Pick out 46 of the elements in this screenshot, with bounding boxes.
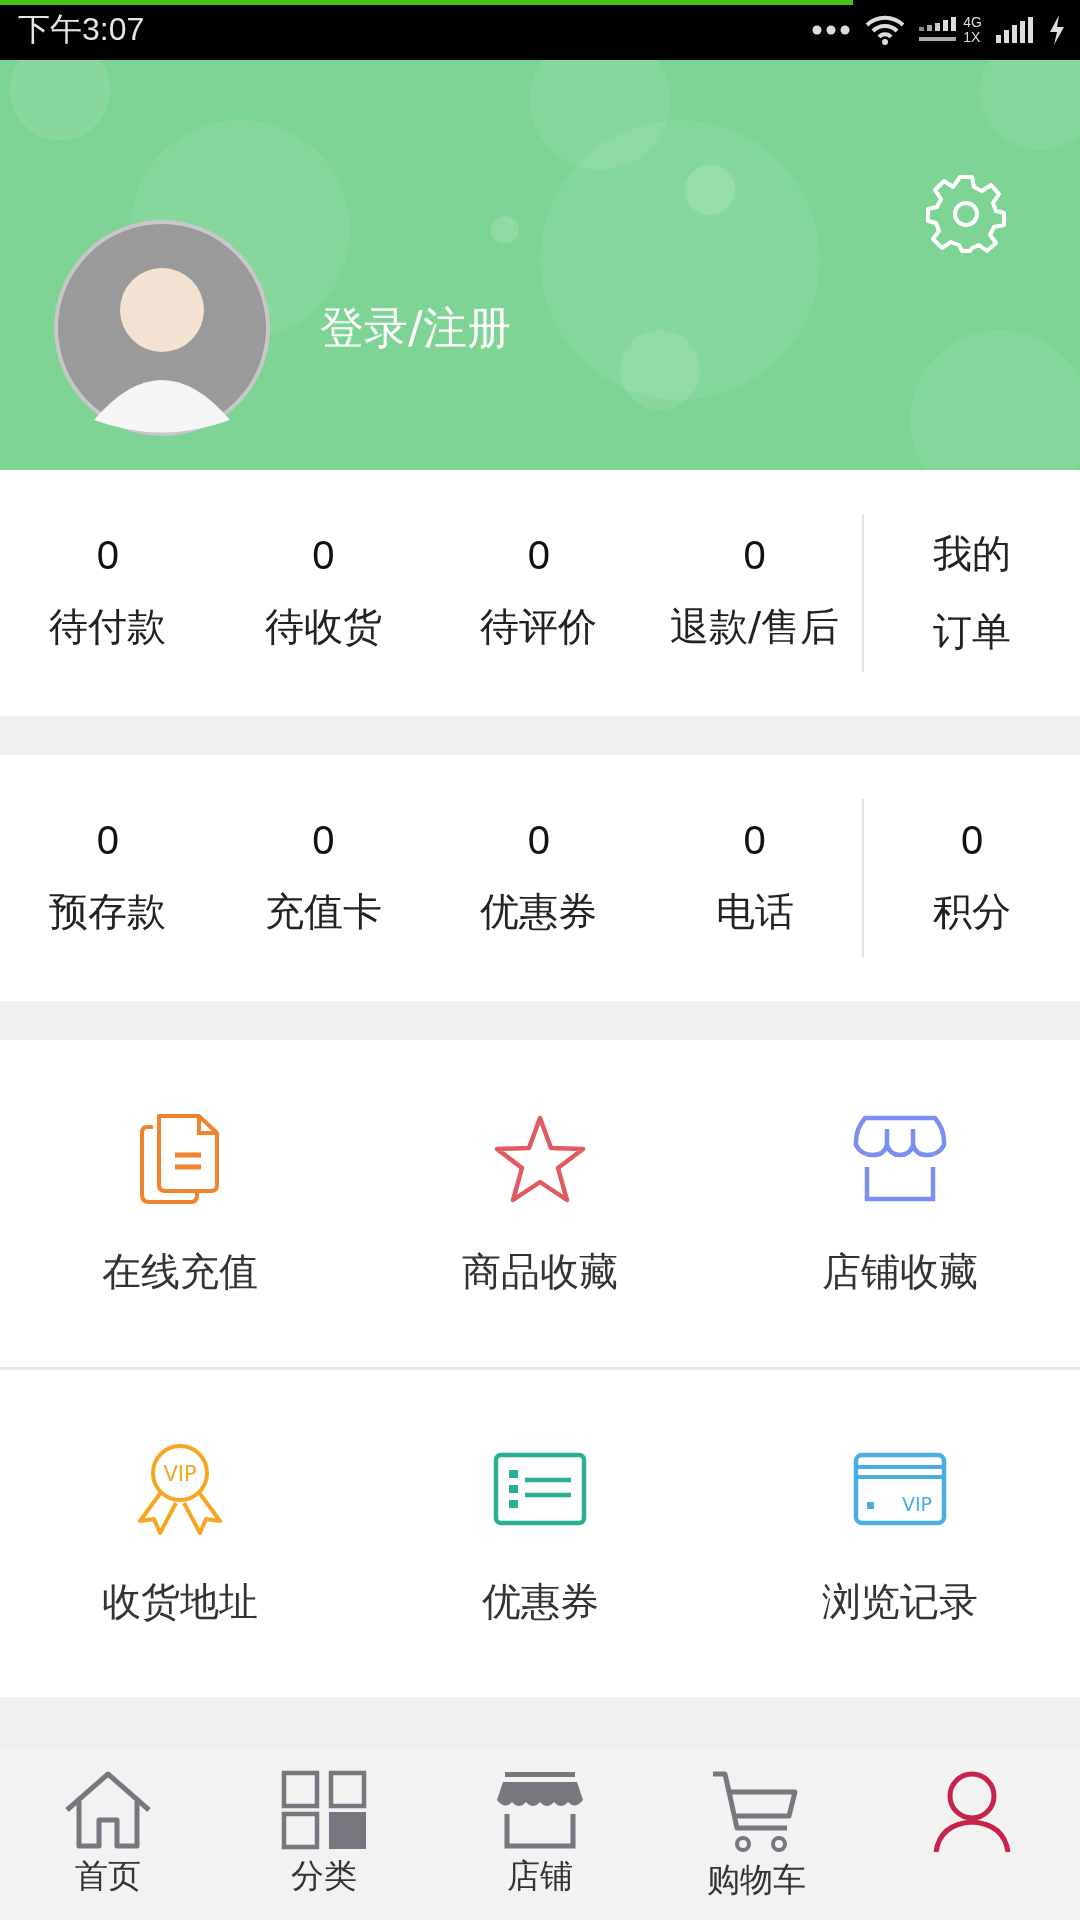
count-value: 0 bbox=[527, 532, 551, 578]
shortcut-label[interactable]: 优惠券 bbox=[481, 1574, 599, 1629]
stat-label[interactable]: 预存款 bbox=[49, 884, 167, 939]
count-value: 0 bbox=[743, 817, 766, 863]
stat-label[interactable]: 待付款 bbox=[49, 599, 167, 654]
signal-icon bbox=[996, 17, 1034, 43]
stat-label[interactable]: 积分 bbox=[933, 884, 1012, 939]
charging-icon bbox=[1048, 15, 1066, 45]
count-value: 0 bbox=[312, 532, 335, 578]
category-grid-icon bbox=[281, 1770, 367, 1850]
more-icon bbox=[811, 24, 852, 36]
ribbon-badge-icon[interactable] bbox=[138, 1443, 222, 1535]
home-icon bbox=[63, 1770, 153, 1850]
network-label: 4G bbox=[963, 15, 982, 30]
network-label: 1X bbox=[963, 30, 982, 45]
shop-icon bbox=[495, 1770, 585, 1850]
count-value: 0 bbox=[96, 817, 119, 863]
count-value: 0 bbox=[961, 817, 984, 863]
stat-label[interactable]: 电话 bbox=[715, 884, 794, 939]
card-icon[interactable] bbox=[853, 1452, 947, 1525]
count-value: 0 bbox=[527, 817, 551, 863]
count-value: 0 bbox=[312, 817, 335, 863]
nav-tab[interactable]: 购物车 bbox=[648, 1770, 864, 1903]
vip-label: VIP bbox=[163, 1461, 197, 1486]
nav-tab[interactable]: 店铺 bbox=[432, 1770, 648, 1899]
person-icon bbox=[932, 1770, 1012, 1854]
shortcut-label[interactable]: 商品收藏 bbox=[462, 1244, 618, 1299]
avatar-icon[interactable] bbox=[54, 220, 270, 436]
count-value: 0 bbox=[96, 532, 119, 578]
stat-label[interactable]: 待收货 bbox=[264, 599, 382, 654]
stat-label[interactable]: 待评价 bbox=[480, 599, 598, 654]
settings-icon[interactable] bbox=[924, 172, 1008, 256]
nav-tab[interactable]: 分类 bbox=[216, 1770, 432, 1899]
shortcut-label[interactable]: 浏览记录 bbox=[822, 1574, 978, 1629]
shortcut-label[interactable]: 店铺收藏 bbox=[822, 1244, 978, 1299]
shortcut-label[interactable]: 在线充值 bbox=[102, 1244, 258, 1299]
count-value: 0 bbox=[743, 532, 766, 578]
shortcut-label[interactable]: 收货地址 bbox=[102, 1574, 258, 1629]
vip-label: VIP bbox=[901, 1492, 933, 1515]
stat-label[interactable]: 充值卡 bbox=[264, 884, 382, 939]
nav-tab[interactable]: 首页 bbox=[0, 1770, 216, 1899]
stat-label[interactable]: 退款/售后 bbox=[670, 599, 840, 654]
clock: 下午3:07 bbox=[18, 10, 145, 49]
wifi-icon bbox=[865, 15, 906, 45]
stat-label[interactable]: 优惠券 bbox=[480, 884, 598, 939]
orders-link[interactable]: 我的 订单 bbox=[933, 515, 1012, 671]
